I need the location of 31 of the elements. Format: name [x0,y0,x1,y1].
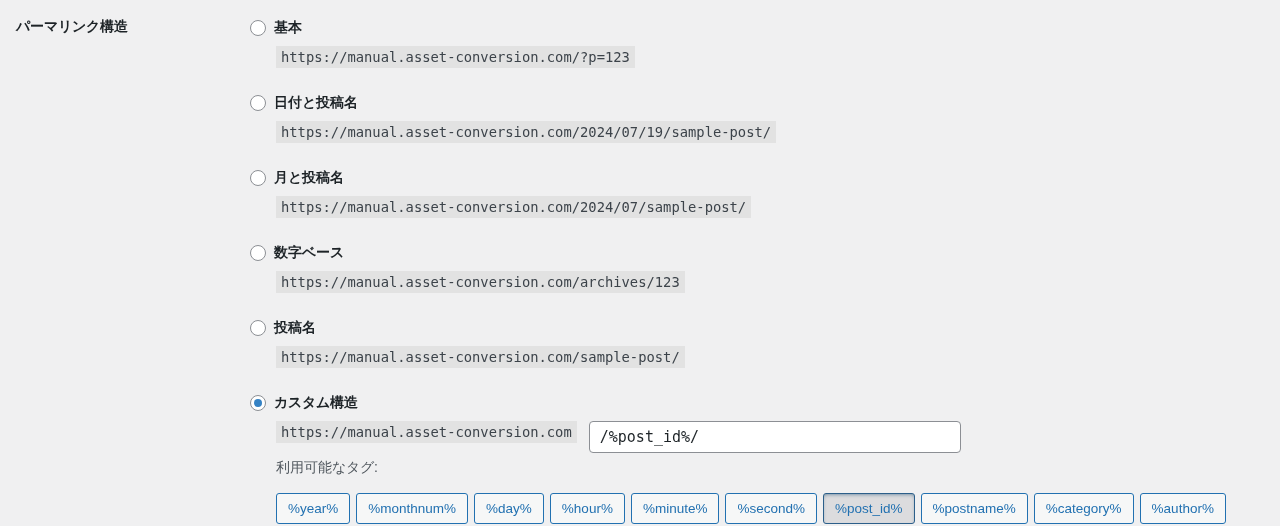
tag-button[interactable]: %year% [276,493,351,524]
tag-button[interactable]: %hour% [549,493,625,524]
option-label: 基本 [274,19,302,37]
tag-button[interactable]: %postname% [920,493,1028,524]
url-example: https://manual.asset-conversion.com/sample-post/ [276,346,685,368]
radio-button[interactable] [250,170,266,186]
option-label: 日付と投稿名 [274,94,358,112]
option-label: カスタム構造 [274,394,358,412]
url-example: https://manual.asset-conversion.com/2024/07/sample-post/ [276,196,752,218]
section-label: パーマリンク構造 [16,17,129,36]
radio-button[interactable] [250,245,266,261]
url-prefix: https://manual.asset-conversion.com [276,421,577,443]
url-example: https://manual.asset-conversion.com/archives/123 [276,271,685,293]
tag-button[interactable]: %category% [1033,493,1134,524]
radio-button[interactable] [250,320,266,336]
radio-button[interactable] [250,20,266,36]
url-example: https://manual.asset-conversion.com/2024/07/19/sample-post/ [276,121,777,143]
option-label: 数字ベース [274,244,344,262]
tag-button[interactable]: %second% [725,493,817,524]
tag-button[interactable]: %day% [474,493,544,524]
tag-button[interactable]: %minute% [630,493,720,524]
radio-button[interactable] [250,95,266,111]
radio-button[interactable] [250,395,266,411]
tag-button[interactable]: %post_id% [822,493,915,524]
tag-button[interactable]: %author% [1139,493,1226,524]
option-label: 月と投稿名 [274,169,344,187]
tag-button[interactable]: %monthnum% [356,493,469,524]
tags-label: 利用可能なタグ: [276,459,379,477]
url-example: https://manual.asset-conversion.com/?p=123 [276,46,635,68]
input-field[interactable]: /%post_id%/ [588,421,961,453]
option-label: 投稿名 [274,319,316,337]
